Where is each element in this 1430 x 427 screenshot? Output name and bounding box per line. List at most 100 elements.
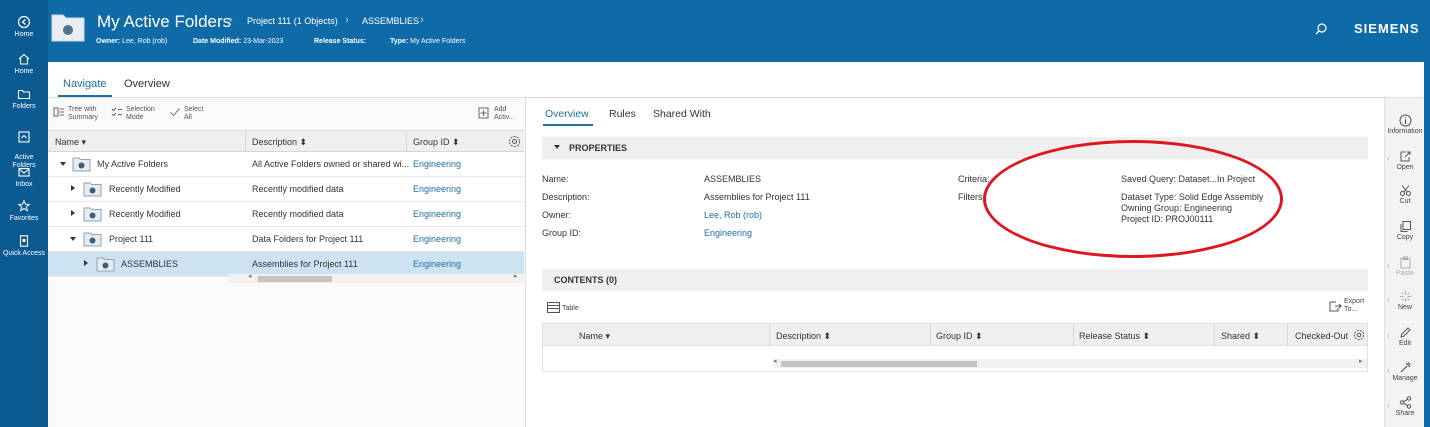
info-icon	[1399, 114, 1411, 127]
overview-pane: Overview Rules Shared With PROPERTIES Na…	[527, 98, 1383, 427]
expand-toggle[interactable]	[71, 185, 75, 191]
expand-toggle[interactable]	[84, 260, 88, 266]
page-header: My Active Folders › Project 111 (1 Objec…	[48, 0, 1430, 60]
tree-name: My Active Folders	[97, 159, 169, 169]
folder-icon	[72, 157, 91, 172]
back-home-icon	[17, 15, 31, 29]
column-header-checked-out[interactable]: Checked-Out	[1295, 331, 1348, 341]
column-header-description[interactable]: Description ⬍	[252, 137, 307, 148]
contents-section-header[interactable]: CONTENTS (0)	[542, 269, 1368, 291]
search-icon[interactable]	[1314, 22, 1328, 36]
column-header-name[interactable]: Name ▾	[55, 137, 86, 148]
rail-active-folders[interactable]: Active Folders	[0, 122, 48, 170]
expand-toggle[interactable]	[70, 237, 76, 241]
tab-overview-sub[interactable]: Overview	[545, 108, 589, 120]
edit-button[interactable]: Edit	[1385, 326, 1425, 347]
command-label: Information	[1387, 128, 1423, 135]
tool-label: Tree with Summary	[68, 106, 98, 121]
collapse-toggle[interactable]	[554, 145, 560, 149]
rail-folders[interactable]: Folders	[0, 87, 48, 111]
tree-row[interactable]: My Active Folders All Active Folders own…	[48, 152, 524, 177]
prop-filter-value: Dataset Type: Solid Edge Assembly	[1121, 192, 1264, 202]
column-divider	[406, 131, 407, 153]
prop-description-value: Assemblies for Project 111	[704, 192, 810, 202]
breadcrumb-chevron: ›	[229, 14, 233, 26]
rail-inbox[interactable]: Inbox	[0, 165, 48, 189]
scroll-thumb[interactable]	[258, 276, 332, 282]
properties-title: PROPERTIES	[569, 143, 628, 153]
page-title: My Active Folders	[97, 12, 232, 31]
prop-filters-label: Filters:	[958, 192, 985, 202]
scroll-right-icon[interactable]: ▸	[514, 272, 518, 280]
main-panel: Navigate Overview Tree with Summary Sele…	[48, 62, 1424, 427]
tree-name: ASSEMBLIES	[121, 259, 179, 269]
folder-icon	[96, 257, 115, 272]
paste-icon	[1400, 256, 1410, 269]
gear-icon[interactable]	[508, 135, 521, 148]
tree-description: Recently modified data	[252, 209, 344, 219]
tree-horizontal-scrollbar[interactable]: ◂ ▸	[228, 272, 526, 283]
inbox-icon	[18, 167, 30, 177]
share-icon	[1399, 396, 1411, 409]
tree-row[interactable]: Recently Modified Recently modified data…	[48, 202, 524, 227]
tree-description: Data Folders for Project 111	[252, 234, 364, 244]
open-icon	[1400, 151, 1410, 162]
rail-quick-access[interactable]: Quick Access	[0, 234, 48, 258]
properties-section-header[interactable]: PROPERTIES	[542, 137, 1368, 159]
column-header-shared[interactable]: Shared ⬍	[1221, 331, 1260, 342]
scroll-right-icon[interactable]: ▸	[1359, 357, 1363, 365]
tab-shared-with[interactable]: Shared With	[653, 108, 711, 120]
command-label: Edit	[1398, 340, 1412, 347]
expand-toggle[interactable]	[71, 210, 75, 216]
breadcrumb-assemblies[interactable]: ASSEMBLIES	[362, 16, 419, 26]
rail-label: Inbox	[15, 181, 33, 188]
prop-group-link[interactable]: Engineering	[704, 228, 752, 238]
information-button[interactable]: Information	[1385, 114, 1425, 135]
scroll-thumb[interactable]	[781, 361, 977, 367]
tree-row[interactable]: Recently Modified Recently modified data…	[48, 177, 524, 202]
open-button[interactable]: Open	[1385, 150, 1425, 171]
rail-favorites[interactable]: Favorites	[0, 199, 48, 223]
tree-row[interactable]: Project 111 Data Folders for Project 111…	[48, 227, 524, 252]
tree-group-link[interactable]: Engineering	[413, 234, 461, 244]
command-label: Paste	[1396, 270, 1414, 277]
prop-name-value: ASSEMBLIES	[704, 174, 762, 184]
folder-icon	[83, 207, 102, 222]
manage-button[interactable]: Manage	[1385, 361, 1425, 382]
new-button[interactable]: New	[1385, 290, 1425, 311]
column-header-release-status[interactable]: Release Status ⬍	[1079, 331, 1150, 342]
prop-filter-value: Project ID: PROJ00111	[1121, 214, 1214, 224]
tab-overview[interactable]: Overview	[124, 78, 170, 90]
paste-button[interactable]: Paste	[1385, 256, 1425, 277]
main-tabs: Navigate Overview	[48, 62, 1424, 98]
rail-home[interactable]: Home	[0, 52, 48, 76]
tab-navigate[interactable]: Navigate	[63, 78, 106, 90]
column-header-description[interactable]: Description ⬍	[776, 331, 831, 342]
column-header-group[interactable]: Group ID ⬍	[936, 331, 983, 342]
tree-group-link[interactable]: Engineering	[413, 209, 461, 219]
checkmark-icon	[170, 108, 180, 117]
export-icon	[1329, 301, 1342, 312]
gear-icon[interactable]	[1353, 329, 1365, 341]
breadcrumb-project[interactable]: Project 111 (1 Objects)	[247, 16, 338, 26]
column-header-name[interactable]: Name ▾	[579, 331, 610, 342]
expand-toggle[interactable]	[60, 162, 66, 166]
tab-rules[interactable]: Rules	[609, 108, 636, 120]
prop-owner-link[interactable]: Lee, Rob (rob)	[704, 210, 762, 220]
export-label: Export To...	[1344, 298, 1365, 313]
cut-button[interactable]: Cut	[1385, 184, 1425, 205]
contents-horizontal-scrollbar[interactable]: ◂ ▸	[773, 357, 1367, 368]
rail-home-back[interactable]: Home	[0, 15, 48, 39]
column-header-group[interactable]: Group ID ⬍	[413, 137, 460, 148]
tree-group-link[interactable]: Engineering	[413, 259, 461, 269]
scroll-left-icon[interactable]: ◂	[773, 357, 777, 365]
brand-logo: SIEMENS	[1354, 21, 1420, 36]
tree-name: Recently Modified	[109, 209, 181, 219]
prop-name-label: Name:	[542, 174, 569, 184]
copy-button[interactable]: Copy	[1385, 220, 1425, 241]
column-divider	[1214, 324, 1215, 347]
tree-group-link[interactable]: Engineering	[413, 159, 461, 169]
scroll-left-icon[interactable]: ◂	[248, 272, 252, 280]
tree-group-link[interactable]: Engineering	[413, 184, 461, 194]
share-button[interactable]: Share	[1385, 396, 1425, 417]
